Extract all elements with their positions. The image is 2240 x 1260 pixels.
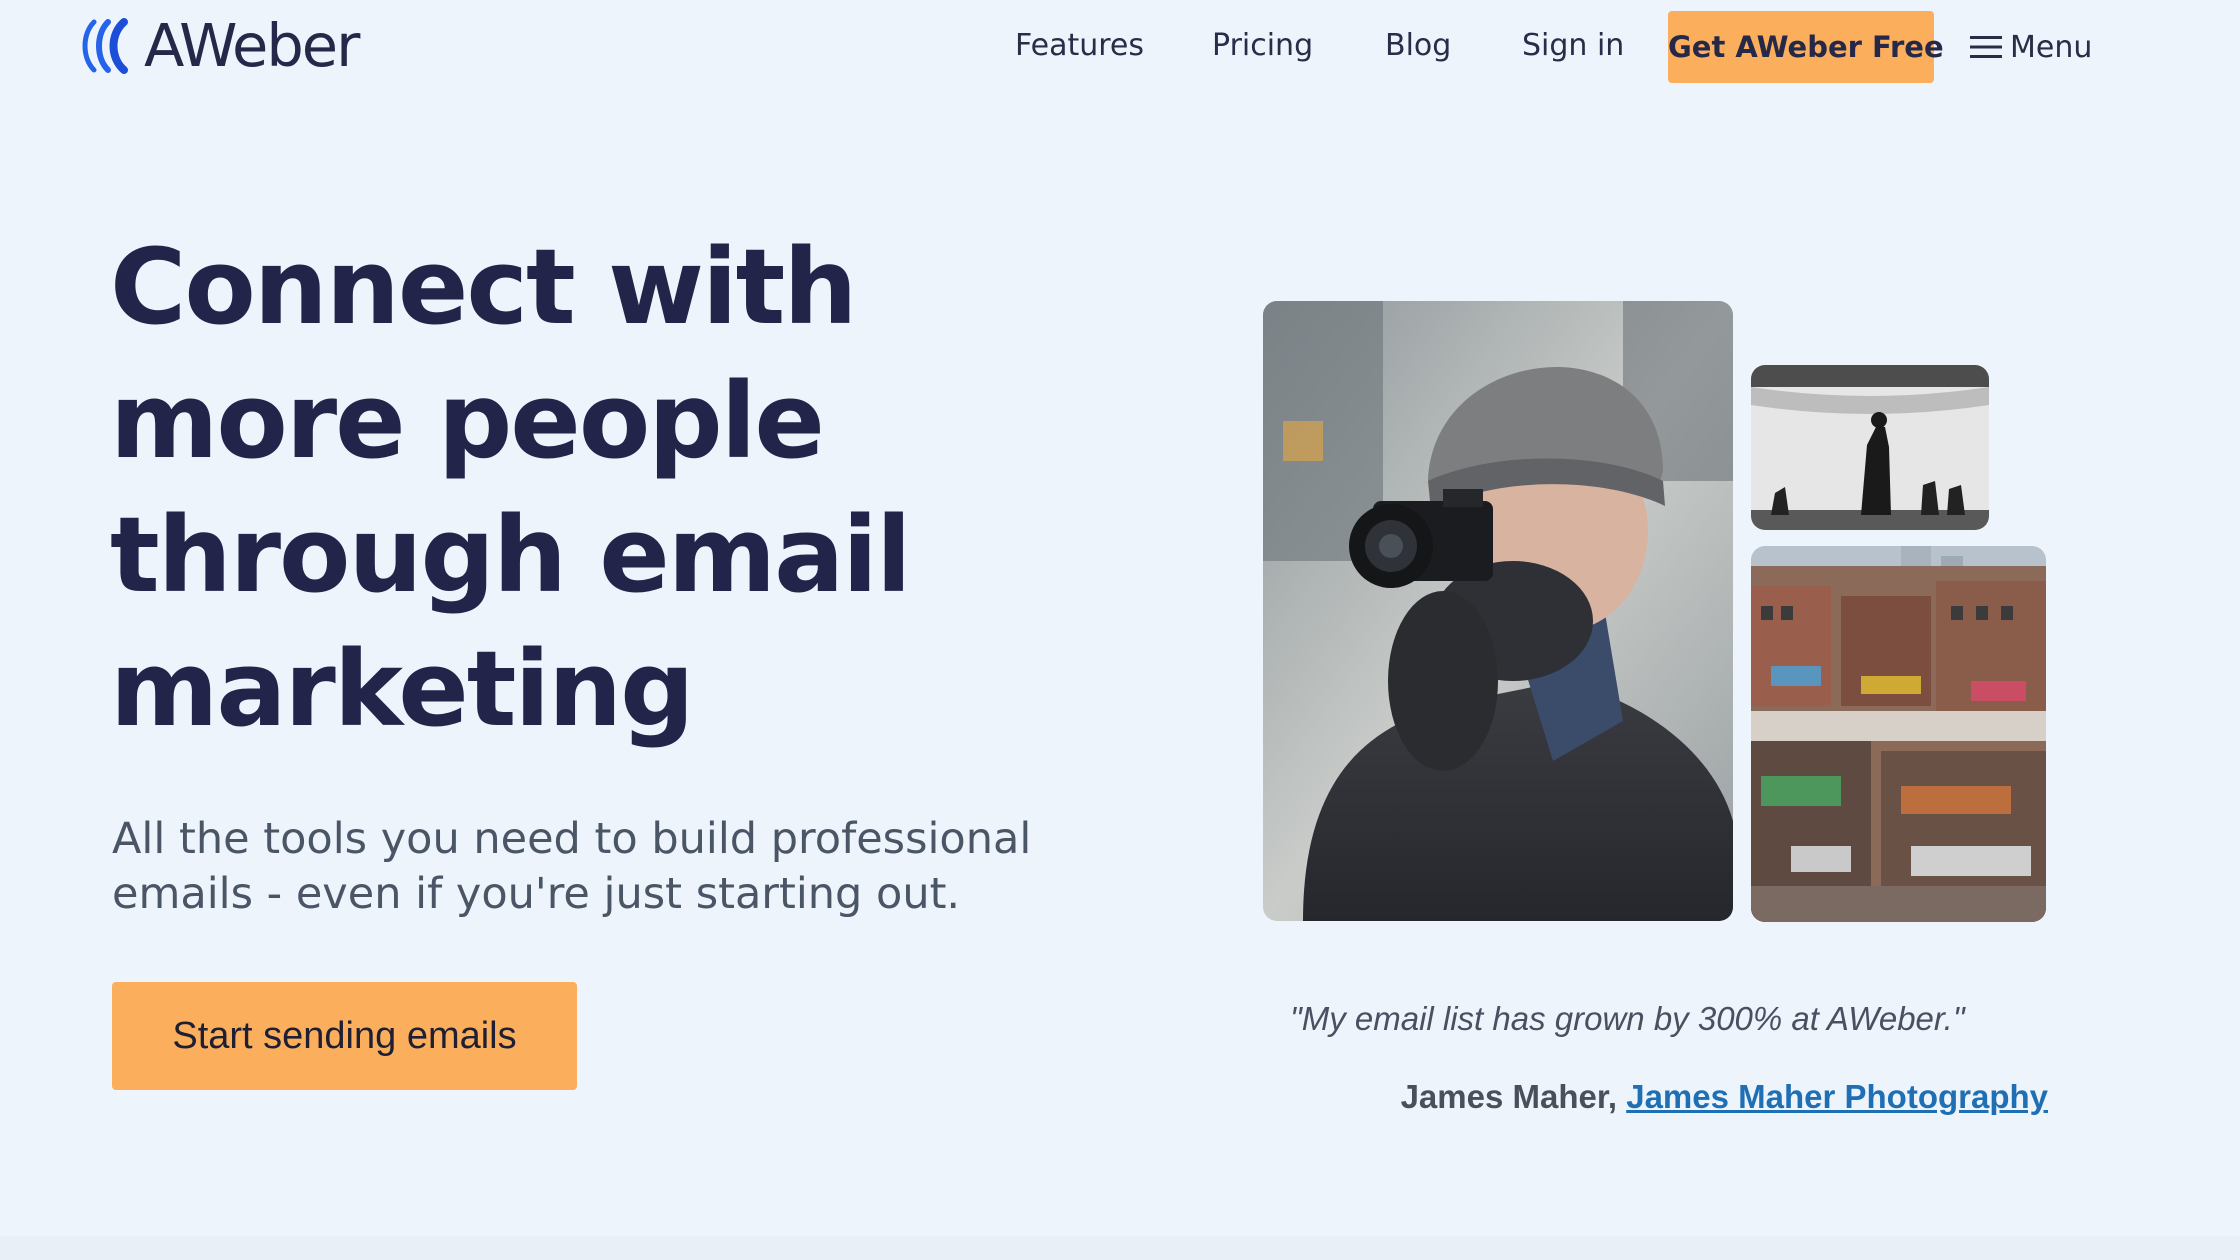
get-aweber-free-button[interactable]: Get AWeber Free [1668, 11, 1944, 83]
aweber-logo[interactable]: AWeber [80, 11, 360, 80]
testimonial-attribution: James Maher, James Maher Photography [1401, 1078, 2048, 1116]
headline-line: through email [110, 494, 912, 616]
subhead-line: emails - even if you're just starting ou… [112, 869, 961, 919]
nav-pricing[interactable]: Pricing [1212, 10, 1313, 82]
headline-line: Connect with [110, 226, 857, 348]
start-sending-emails-button[interactable]: Start sending emails [112, 982, 577, 1090]
nav-sign-in[interactable]: Sign in [1522, 10, 1624, 82]
nav-features[interactable]: Features [1015, 10, 1144, 82]
james-maher-photography-link[interactable]: James Maher Photography [1626, 1078, 2048, 1115]
photographer-photo [1263, 301, 1733, 921]
testimonial-author: James Maher, [1400, 1078, 1618, 1115]
page-bottom-edge [0, 1236, 2240, 1260]
subway-silhouette-photo [1751, 365, 1989, 530]
hero-headline: Connect with more people through email m… [110, 220, 1010, 756]
hamburger-icon [1970, 36, 2002, 58]
aweber-logo-icon [82, 18, 128, 74]
site-header: AWeber Features Pricing Blog Sign in Get… [0, 0, 2240, 92]
subhead-line: All the tools you need to build professi… [112, 814, 1032, 864]
headline-line: more people [110, 360, 825, 482]
menu-label: Menu [2010, 29, 2093, 65]
headline-line: marketing [110, 628, 695, 750]
menu-button[interactable]: Menu [1970, 11, 2092, 83]
logo-wordmark: AWeber [144, 11, 360, 80]
graffiti-rooftops-photo [1751, 546, 2046, 922]
nav-blog[interactable]: Blog [1385, 10, 1451, 82]
hero-subheading: All the tools you need to build professi… [112, 812, 1072, 922]
testimonial-quote: "My email list has grown by 300% at AWeb… [1290, 1000, 1965, 1037]
